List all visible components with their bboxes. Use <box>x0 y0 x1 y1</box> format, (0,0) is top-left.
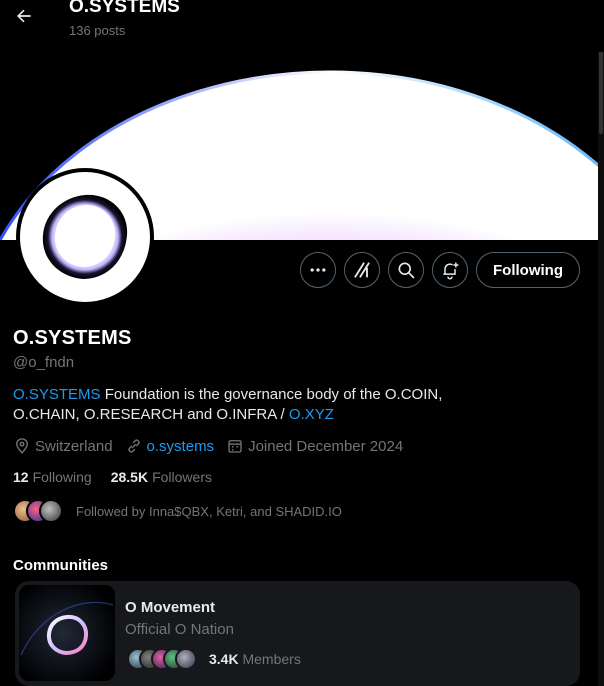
followed-by-text: Followed by Inna$QBX, Ketri, and SHADID.… <box>76 503 342 519</box>
more-icon <box>310 268 326 272</box>
members-count: 3.4K <box>209 651 239 667</box>
profile-bio: O.SYSTEMS Foundation is the governance b… <box>13 385 513 425</box>
followers-stat[interactable]: 28.5K Followers <box>111 469 212 485</box>
follow-stats: 12 Following 28.5K Followers <box>13 469 231 485</box>
scrollbar[interactable] <box>598 0 604 686</box>
top-bar: O.SYSTEMS 136 posts <box>0 0 604 52</box>
search-button[interactable] <box>388 252 424 288</box>
following-label: Following <box>32 469 92 485</box>
following-button[interactable]: Following <box>476 252 580 288</box>
followed-by[interactable]: Followed by Inna$QBX, Ketri, and SHADID.… <box>13 498 342 524</box>
bell-plus-icon <box>443 262 459 280</box>
website-link[interactable]: o.systems <box>147 438 215 455</box>
bio-link-oxyz[interactable]: O.XYZ <box>289 406 334 423</box>
o-logo-icon <box>42 194 128 279</box>
members-count-text: 3.4K Members <box>209 651 301 667</box>
more-options-button[interactable] <box>300 252 336 288</box>
following-count: 12 <box>13 469 29 485</box>
joined-item: Joined December 2024 <box>226 437 403 455</box>
follower-avatar <box>39 499 63 523</box>
bio-link-osystems[interactable]: O.SYSTEMS <box>13 386 101 403</box>
calendar-icon <box>228 440 242 453</box>
followers-label: Followers <box>152 469 212 485</box>
profile-avatar[interactable] <box>16 168 154 306</box>
followers-count: 28.5K <box>110 469 149 485</box>
communities-title: Communities <box>13 557 109 574</box>
notifications-button[interactable] <box>432 252 468 288</box>
grok-icon <box>354 262 370 278</box>
community-logo-icon <box>19 585 115 681</box>
back-arrow-icon <box>17 9 31 23</box>
location-item: Switzerland <box>13 437 113 455</box>
post-count: 136 posts <box>69 23 126 38</box>
community-card[interactable]: O Movement Official O Nation 3.4K Member… <box>15 581 580 686</box>
profile-handle: @o_fndn <box>13 354 75 371</box>
page-title: O.SYSTEMS <box>69 0 180 17</box>
joined-text: Joined December 2024 <box>248 437 404 455</box>
location-text: Switzerland <box>35 437 113 455</box>
search-icon <box>398 262 415 279</box>
community-image <box>19 585 115 681</box>
members-label: Members <box>238 651 301 667</box>
link-icon <box>127 439 140 453</box>
member-avatar <box>175 648 197 670</box>
back-button[interactable] <box>12 4 36 28</box>
community-subtitle: Official O Nation <box>125 621 234 638</box>
profile-meta: Switzerland o.systems Joined December 20… <box>13 436 415 456</box>
grok-button[interactable] <box>344 252 380 288</box>
community-name: O Movement <box>125 599 216 616</box>
profile-name: O.SYSTEMS <box>13 327 132 349</box>
website-item[interactable]: o.systems <box>125 437 215 455</box>
community-members: 3.4K Members <box>127 647 301 671</box>
location-pin-icon <box>16 438 28 454</box>
following-stat[interactable]: 12 Following <box>13 469 92 485</box>
